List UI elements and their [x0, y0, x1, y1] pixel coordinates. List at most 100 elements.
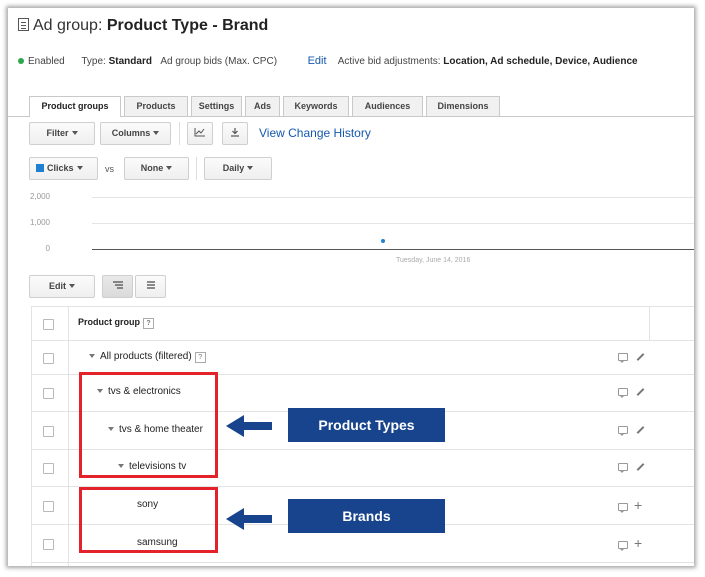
- pencil-icon[interactable]: [636, 353, 645, 361]
- y-tick-label: 2,000: [29, 192, 50, 201]
- toolbar-divider: [179, 122, 180, 145]
- table-edit-label: Edit: [49, 281, 66, 291]
- tab-settings[interactable]: Settings: [191, 96, 242, 116]
- product-types-label: Product Types: [288, 408, 445, 442]
- tab-product-groups[interactable]: Product groups: [29, 96, 121, 117]
- type-label: Type:: [81, 56, 106, 67]
- interval-select[interactable]: Daily: [204, 157, 272, 180]
- tree-view-button[interactable]: [102, 275, 133, 298]
- product-types-arrow-icon: [226, 415, 272, 437]
- columns-button[interactable]: Columns: [100, 122, 171, 145]
- brands-highlight-box: [79, 487, 218, 553]
- row-divider: [31, 562, 694, 563]
- type-value: Standard: [108, 56, 152, 67]
- row-actions: +: [618, 497, 642, 513]
- comment-icon[interactable]: [618, 541, 628, 551]
- y-tick-label: 1,000: [29, 218, 50, 227]
- help-icon[interactable]: ?: [194, 352, 206, 363]
- enabled-status-dot-icon: [18, 58, 24, 64]
- chevron-down-icon: [71, 131, 78, 135]
- row-checkbox[interactable]: [43, 539, 54, 550]
- row-actions: [618, 424, 645, 436]
- comment-icon[interactable]: [618, 503, 628, 513]
- help-icon[interactable]: ?: [143, 318, 154, 329]
- metric2-select[interactable]: None: [124, 157, 189, 180]
- row-checkbox[interactable]: [43, 353, 54, 364]
- title-prefix: Ad group:: [33, 17, 107, 34]
- row-actions: [618, 461, 645, 473]
- list-view-icon: [146, 281, 155, 289]
- row-actions: [618, 386, 645, 398]
- chevron-down-icon: [247, 166, 254, 170]
- vs-label: vs: [105, 164, 114, 174]
- gridline: [92, 223, 694, 224]
- pencil-icon[interactable]: [636, 463, 645, 471]
- plus-icon[interactable]: +: [634, 535, 642, 551]
- column-header-label: Product group: [78, 317, 140, 327]
- table-border: [31, 306, 694, 307]
- tree-view-icon: [112, 281, 123, 289]
- column-divider: [31, 306, 32, 566]
- tab-ads[interactable]: Ads: [245, 96, 280, 116]
- ad-group-window: Ad group: Product Type - Brand Enabled T…: [8, 8, 694, 566]
- chevron-down-icon: [69, 284, 75, 288]
- download-icon: [231, 128, 239, 137]
- row-divider: [31, 340, 694, 341]
- product-group-label: All products (filtered): [100, 351, 192, 362]
- filter-button[interactable]: Filter: [29, 122, 95, 145]
- filter-label: Filter: [46, 128, 69, 138]
- product-types-highlight-box: [79, 372, 218, 478]
- toolbar-divider: [196, 157, 197, 180]
- table-edit-button[interactable]: Edit: [29, 275, 95, 298]
- columns-label: Columns: [111, 128, 151, 138]
- row-checkbox[interactable]: [43, 426, 54, 437]
- tab-products[interactable]: Products: [124, 96, 188, 116]
- tab-keywords[interactable]: Keywords: [283, 96, 349, 116]
- download-button[interactable]: [222, 122, 248, 145]
- plus-icon[interactable]: +: [634, 497, 642, 513]
- x-axis-date-label: Tuesday, June 14, 2016: [396, 257, 471, 264]
- tab-bar: Product groups Products Settings Ads Key…: [8, 92, 694, 117]
- tab-dimensions[interactable]: Dimensions: [426, 96, 500, 116]
- expand-triangle-icon[interactable]: [89, 354, 95, 358]
- product-group-column-header[interactable]: Product group?: [78, 317, 154, 329]
- metric1-select[interactable]: Clicks: [29, 157, 98, 180]
- pencil-icon[interactable]: [636, 426, 645, 434]
- comment-icon[interactable]: [618, 463, 628, 473]
- chevron-down-icon: [76, 166, 83, 170]
- brands-label: Brands: [288, 499, 445, 533]
- metric2-value: None: [140, 163, 164, 173]
- data-point[interactable]: [381, 238, 385, 243]
- comment-icon[interactable]: [618, 426, 628, 436]
- adjust-value: Location, Ad schedule, Device, Audience: [443, 56, 638, 67]
- comment-icon[interactable]: [618, 388, 628, 398]
- row-checkbox[interactable]: [43, 501, 54, 512]
- clicks-color-swatch: [36, 164, 44, 172]
- interval-value: Daily: [222, 163, 245, 173]
- row-checkbox[interactable]: [43, 463, 54, 474]
- ad-group-icon: [18, 18, 29, 31]
- table-row[interactable]: All products (filtered)?: [89, 351, 206, 363]
- status-row: Enabled Type: Standard Ad group bids (Ma…: [18, 55, 638, 67]
- row-actions: +: [618, 535, 642, 551]
- toggle-chart-button[interactable]: [187, 122, 213, 145]
- tab-audiences[interactable]: Audiences: [352, 96, 423, 116]
- edit-bids-link[interactable]: Edit: [308, 55, 327, 67]
- adjust-label: Active bid adjustments:: [337, 56, 441, 67]
- performance-chart: 2,000 1,000 0 Tuesday, June 14, 2016: [8, 188, 694, 264]
- row-actions: [618, 351, 645, 363]
- row-checkbox[interactable]: [43, 388, 54, 399]
- brands-arrow-icon: [226, 508, 272, 530]
- metric1-value: Clicks: [47, 163, 74, 173]
- y-tick-label: 0: [45, 244, 50, 253]
- list-view-button[interactable]: [135, 275, 166, 298]
- status-enabled[interactable]: Enabled: [28, 56, 65, 67]
- pencil-icon[interactable]: [636, 388, 645, 396]
- gridline: [92, 249, 694, 250]
- column-divider: [68, 306, 69, 566]
- gridline: [92, 197, 694, 198]
- bids-label: Ad group bids (Max. CPC): [160, 56, 278, 67]
- view-change-history-link[interactable]: View Change History: [259, 126, 371, 140]
- comment-icon[interactable]: [618, 353, 628, 363]
- select-all-checkbox[interactable]: [43, 319, 54, 330]
